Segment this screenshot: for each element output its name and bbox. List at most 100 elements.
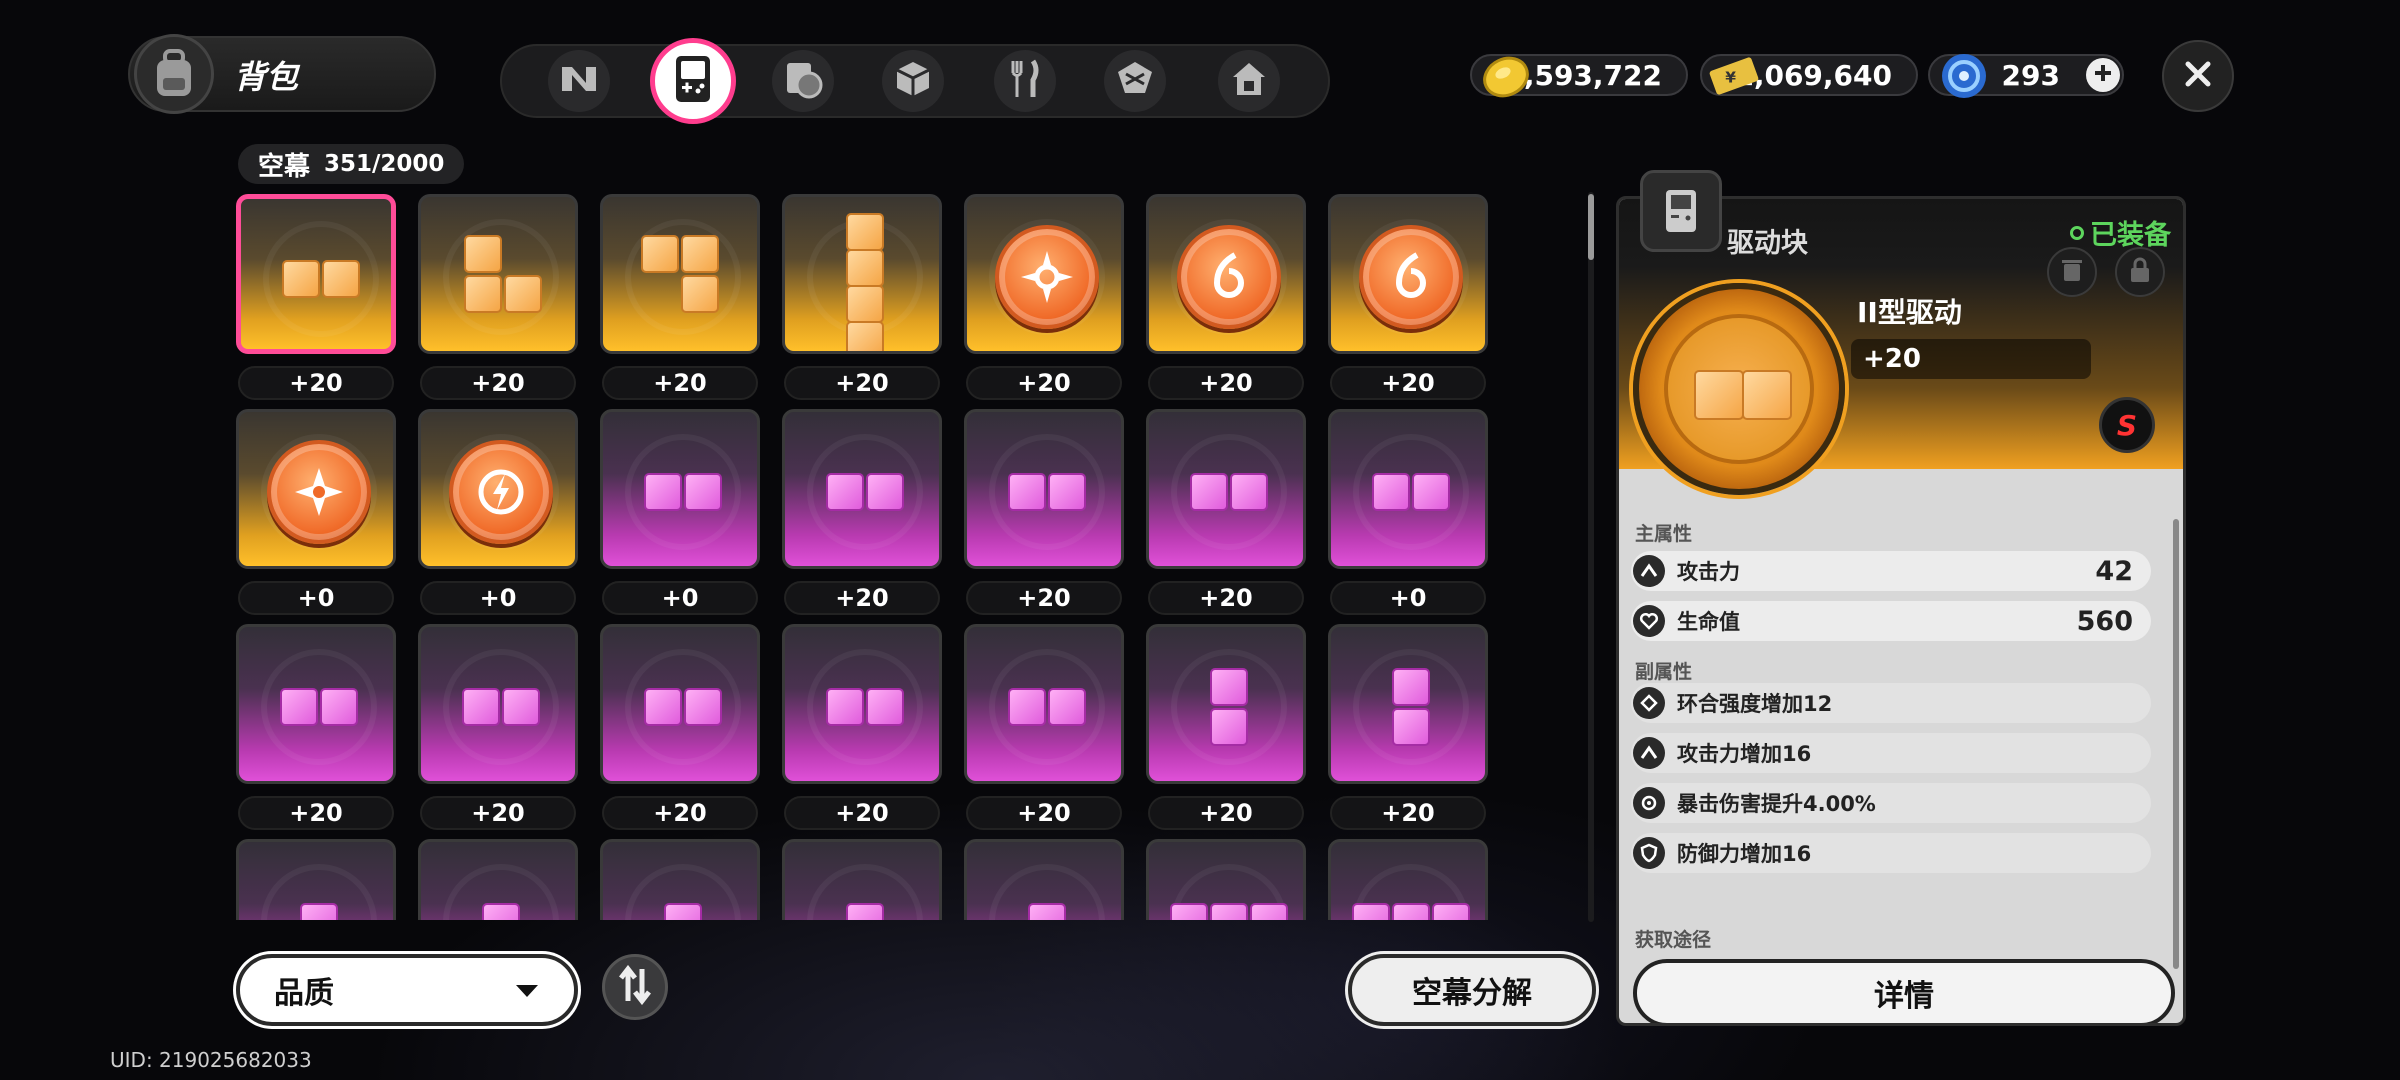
item-card[interactable] [418,839,578,920]
drive-disc-h2-icon [785,627,939,781]
item-card[interactable] [236,624,396,784]
item-level-badge: +20 [238,366,394,400]
drive-disc-s1-icon [785,842,939,920]
item-card[interactable] [1146,409,1306,569]
drive-disc-category-icon [1640,170,1722,252]
inventory-item[interactable] [782,839,942,920]
main-stat-attack: 攻击力 42 [1631,551,2151,591]
close-button[interactable] [2162,40,2234,112]
inventory-item[interactable]: +0 [600,409,760,629]
item-detail-panel: 驱动块 已装备 II型驱动 +20 S 主属性 攻击力 42 生命值 560 副… [1616,196,2186,1026]
inventory-item[interactable]: +20 [418,624,578,844]
inventory-item[interactable]: +20 [1146,624,1306,844]
inventory-item[interactable]: +20 [1328,194,1488,414]
quality-dropdown[interactable]: 品质 [236,954,578,1026]
item-card[interactable] [782,409,942,569]
inventory-item[interactable]: +20 [600,624,760,844]
item-card[interactable] [1328,194,1488,354]
tab-food[interactable] [994,50,1056,112]
tab-all[interactable] [548,50,610,112]
drive-disc-h2-icon [967,412,1121,566]
inventory-item[interactable] [1328,839,1488,920]
item-card[interactable] [418,409,578,569]
inventory-scroll-thumb[interactable] [1588,194,1594,260]
inventory-scrollbar[interactable] [1588,192,1594,922]
item-card[interactable] [964,839,1124,920]
inventory-item[interactable]: +20 [782,194,942,414]
inventory-item[interactable]: +20 [418,194,578,414]
inventory-item[interactable]: +20 [964,624,1124,844]
stat-label: 生命值 [1677,610,1740,634]
item-card[interactable] [964,194,1124,354]
inventory-item[interactable]: +20 [782,624,942,844]
polychrome-gem-icon [1936,48,1992,104]
item-card[interactable] [236,839,396,920]
gameboy-icon [674,54,712,108]
item-card[interactable] [1146,624,1306,784]
inventory-item[interactable]: +20 [1328,624,1488,844]
item-card[interactable] [600,839,760,920]
inventory-item[interactable]: +20 [782,409,942,629]
tab-furniture[interactable] [1218,50,1280,112]
inventory-item[interactable] [600,839,760,920]
item-card[interactable] [1146,194,1306,354]
item-card[interactable] [418,194,578,354]
inventory-item[interactable] [964,839,1124,920]
drive-disc-h2-icon [1149,412,1303,566]
inventory-item[interactable]: +20 [964,409,1124,629]
detail-scrollbar[interactable] [2173,519,2179,969]
add-polychrome-button[interactable] [2086,58,2120,92]
lock-button[interactable] [2115,247,2165,297]
item-card[interactable] [964,409,1124,569]
gold-coin-icon [1478,48,1534,104]
inventory-item[interactable]: +20 [964,194,1124,414]
tab-items[interactable] [1104,50,1166,112]
item-name: II型驱动 [1857,296,1962,329]
stat-label: 攻击力增加16 [1677,742,1812,766]
backpack-icon [134,34,214,114]
item-card[interactable] [600,624,760,784]
inventory-item[interactable] [236,839,396,920]
n-logo-icon [559,63,599,99]
inventory-item[interactable]: +20 [600,194,760,414]
drive-disc-h2-icon [603,627,757,781]
fork-knife-icon [1005,58,1045,104]
item-card[interactable] [600,194,760,354]
discard-button[interactable] [2047,247,2097,297]
item-card[interactable] [1328,624,1488,784]
main-stat-hp: 生命值 560 [1631,601,2151,641]
details-button[interactable]: 详情 [1633,959,2175,1023]
item-card[interactable] [964,624,1124,784]
inventory-item[interactable]: +20 [1146,409,1306,629]
tab-drive-disc[interactable] [650,38,736,124]
inventory-item[interactable]: +20 [236,624,396,844]
lock-icon [2128,256,2152,288]
plus-icon [2093,63,2113,87]
item-card[interactable] [782,839,942,920]
sort-order-button[interactable] [602,954,668,1020]
item-card[interactable] [1146,839,1306,920]
item-card[interactable] [782,624,942,784]
inventory-item[interactable]: +0 [236,409,396,629]
inventory-item[interactable] [418,839,578,920]
inventory-item[interactable] [1146,839,1306,920]
item-card[interactable] [1328,409,1488,569]
item-level-badge: +20 [1148,366,1304,400]
selected-item-card[interactable] [236,194,396,354]
item-card[interactable] [782,194,942,354]
tab-boxes[interactable] [882,50,944,112]
uid-label: UID: 219025682033 [110,1048,312,1072]
sub-stat-4: 防御力增加16 [1631,833,2151,873]
item-card[interactable] [236,409,396,569]
item-card[interactable] [1328,839,1488,920]
inventory-item[interactable]: +20 [1146,194,1306,414]
svg-text:¥: ¥ [1725,69,1736,87]
decompose-button[interactable]: 空幕分解 [1348,954,1596,1026]
stat-label: 环合强度增加12 [1677,692,1833,716]
inventory-item[interactable]: +20 [236,194,396,414]
item-card[interactable] [418,624,578,784]
tab-materials[interactable] [772,50,834,112]
inventory-item[interactable]: +0 [418,409,578,629]
item-card[interactable] [600,409,760,569]
inventory-item[interactable]: +0 [1328,409,1488,629]
